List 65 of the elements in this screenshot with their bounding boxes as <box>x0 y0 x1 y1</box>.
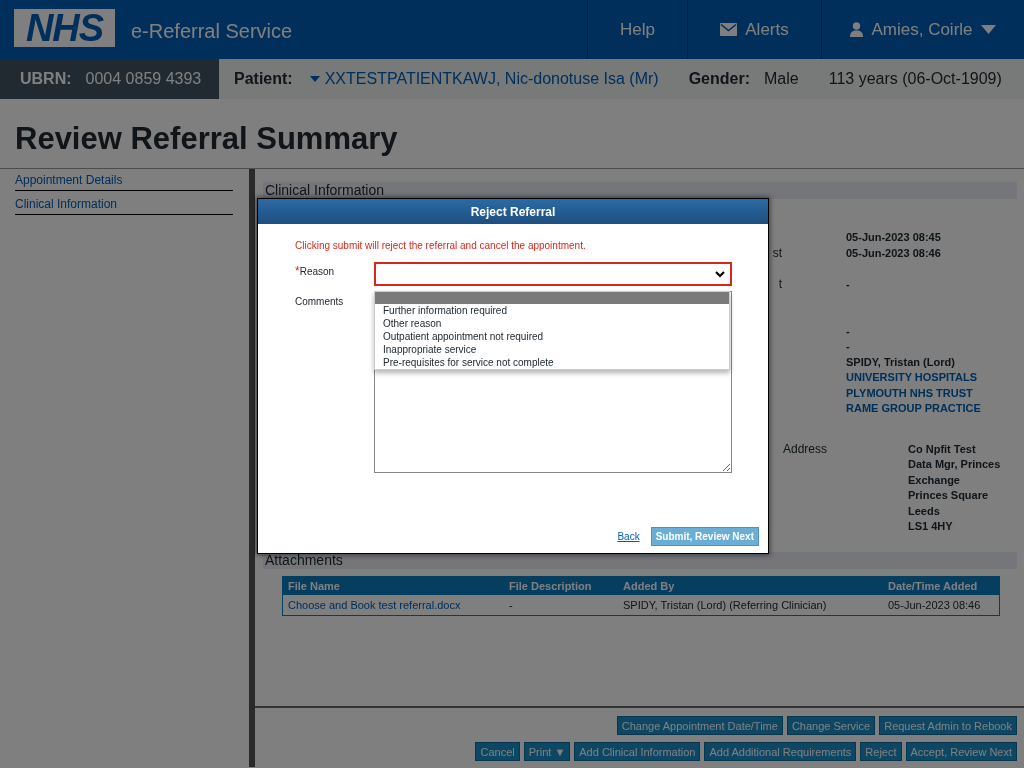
action-button[interactable]: Change Service <box>786 716 876 735</box>
dropdown-option[interactable]: Outpatient appointment not required <box>375 330 729 343</box>
field-label: st <box>771 245 782 261</box>
address-line: Leeds <box>908 503 941 519</box>
page-title: Review Referral Summary <box>15 121 398 157</box>
action-button[interactable]: Accept, Review Next <box>905 742 1017 761</box>
field-value: 05-Jun-2023 08:45 <box>846 230 942 245</box>
field-value: - <box>846 339 851 354</box>
action-button[interactable]: Cancel <box>475 742 520 761</box>
ubrn-number: 0004 0859 4393 <box>85 70 202 88</box>
field-value: SPIDY, Tristan (Lord) <box>846 354 956 370</box>
table-cell: SPIDY, Tristan (Lord) (Referring Clinician) <box>618 594 883 615</box>
action-button[interactable]: Change Appointment Date/Time <box>616 716 783 735</box>
ubrn-label: UBRN: <box>20 70 72 88</box>
sidebar-link[interactable]: Appointment Details <box>15 173 233 191</box>
address-line: LS1 4HY <box>908 519 954 534</box>
required-mark: * <box>295 264 300 278</box>
column-header: File Name <box>282 576 504 595</box>
dialog-title: Reject Referral <box>258 199 768 224</box>
service-name: e-Referral Service <box>131 20 294 44</box>
field-value: - <box>846 277 851 292</box>
gender-value: Male <box>764 70 799 88</box>
address-line: Co Npfit Test <box>908 441 977 457</box>
action-button[interactable]: Request Admin to Rebook <box>879 716 1017 735</box>
action-button[interactable]: Print ▼ <box>523 742 571 761</box>
dropdown-option[interactable]: Pre-requisites for service not complete <box>375 356 729 369</box>
back-link[interactable]: Back <box>617 531 640 542</box>
person-icon <box>850 22 864 37</box>
field-value: 05-Jun-2023 08:46 <box>846 245 942 261</box>
comments-label: Comments <box>295 295 345 309</box>
dropdown-option[interactable]: Inappropriate service <box>375 343 729 356</box>
action-button[interactable]: Add Additional Requirements <box>704 742 857 761</box>
organisation-link[interactable]: UNIVERSITY HOSPITALS <box>846 370 1017 386</box>
file-link[interactable]: Choose and Book test referral.docx <box>288 598 461 611</box>
warning-text: Clicking submit will reject the referral and cancel the appointment. <box>295 240 587 251</box>
organisation-link[interactable]: RAME GROUP PRACTICE <box>846 401 1017 417</box>
address-line: Data Mgr, Princes Exchange <box>908 457 1002 488</box>
age-value: 113 years (06-Oct-1909) <box>828 70 1002 88</box>
envelope-icon <box>720 23 738 36</box>
action-button[interactable]: Reject <box>860 742 902 761</box>
gender-label: Gender: <box>688 70 750 88</box>
column-header: File Description <box>504 576 618 595</box>
field-label: Address <box>783 441 829 458</box>
address-line: Princes Square <box>908 488 990 503</box>
chevron-down-icon <box>715 270 725 278</box>
submit-button[interactable]: Submit, Review Next <box>650 527 759 546</box>
table-cell: 05-Jun-2023 08:46 <box>883 594 1000 615</box>
field-value: - <box>846 323 851 339</box>
section-header: Clinical Information <box>263 182 1017 199</box>
reason-label: *Reason <box>295 263 336 280</box>
column-header: Added By <box>618 576 883 595</box>
patient-label: Patient: <box>234 70 293 88</box>
column-header: Date/Time Added <box>883 576 1000 595</box>
sidebar-link[interactable]: Clinical Information <box>15 197 233 215</box>
action-button[interactable]: Add Clinical Information <box>574 742 701 761</box>
patient-link[interactable]: XXTESTPATIENTKAWJ, Nic-donotuse Isa (Mr) <box>309 70 659 88</box>
reason-select[interactable] <box>374 262 732 286</box>
caret-down-icon <box>309 76 320 82</box>
nhs-logo: NHS <box>14 9 115 47</box>
table-cell: - <box>504 594 618 615</box>
dropdown-option[interactable]: Other reason <box>375 317 729 330</box>
organisation-link[interactable]: PLYMOUTH NHS TRUST <box>846 385 1017 401</box>
caret-down-icon <box>980 25 996 34</box>
dropdown-option[interactable]: Further information required <box>375 304 729 317</box>
field-label: t <box>777 277 782 293</box>
